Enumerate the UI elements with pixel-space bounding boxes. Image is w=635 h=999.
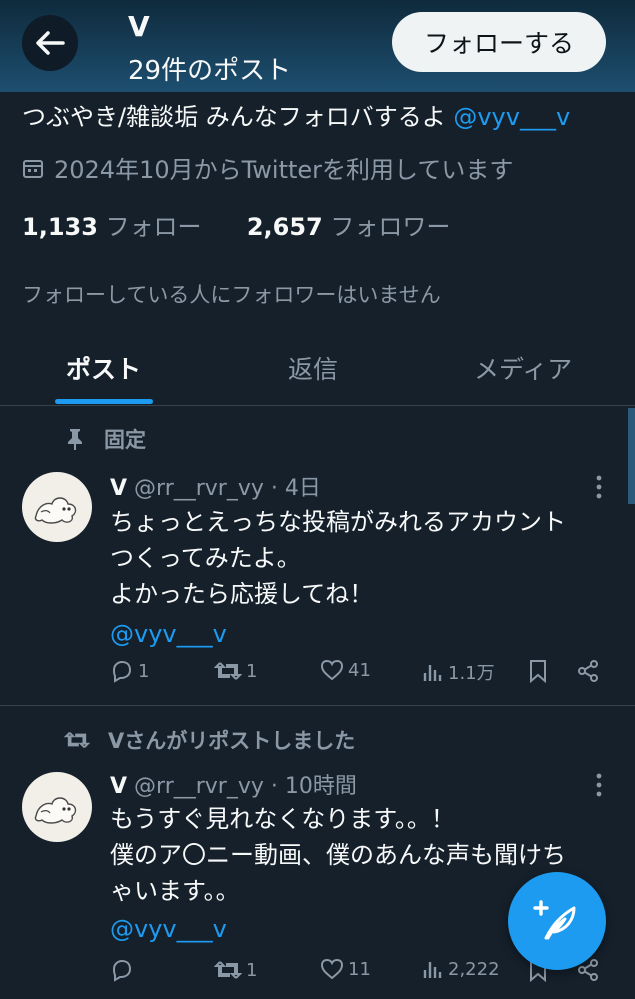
header-post-count: 29件のポスト bbox=[128, 56, 292, 86]
tab-posts[interactable]: ポスト bbox=[66, 350, 141, 386]
more-options-icon[interactable] bbox=[592, 770, 606, 800]
post-context: 固定 bbox=[64, 424, 146, 454]
like-count: 41 bbox=[348, 659, 371, 681]
scrollbar[interactable] bbox=[628, 408, 635, 504]
repost-count: 1 bbox=[246, 660, 258, 682]
post-actions: 1 1 41 1.1万 bbox=[110, 659, 610, 689]
post-text-line: よかったら応援してね！ bbox=[110, 580, 374, 608]
author-name[interactable]: V bbox=[110, 774, 127, 799]
like-count: 11 bbox=[348, 958, 371, 980]
avatar[interactable] bbox=[22, 772, 92, 842]
following-link[interactable]: 1,133 フォロー bbox=[22, 213, 202, 241]
repost-icon bbox=[64, 732, 90, 748]
share-icon bbox=[578, 660, 598, 682]
context-label: Vさんがリポストしました bbox=[108, 729, 356, 753]
more-options-icon[interactable] bbox=[592, 472, 606, 502]
views-button[interactable]: 2,222 bbox=[422, 958, 500, 980]
post-text-line: もうすぐ見れなくなります。。！ bbox=[110, 805, 455, 833]
post-header: V @rr__rvr_vy · 10時間 bbox=[110, 768, 357, 800]
post-body: ちょっとえっちな投稿がみれるアカウント つくってみたよ。 よかったら応援してね！… bbox=[110, 504, 620, 652]
author-handle[interactable]: @rr__rvr_vy bbox=[134, 476, 264, 501]
follow-stats: 1,133 フォロー 2,657 フォロワー bbox=[22, 207, 450, 242]
compose-post-button[interactable] bbox=[508, 872, 606, 970]
avatar-image bbox=[34, 497, 77, 524]
repost-count: 1 bbox=[246, 959, 258, 981]
header-display-name: V bbox=[128, 10, 150, 43]
post-text-line: ちょっとえっちな投稿がみれるアカウント bbox=[110, 508, 566, 536]
pin-icon bbox=[68, 429, 82, 450]
followers-link[interactable]: 2,657 フォロワー bbox=[247, 213, 451, 241]
followers-count: 2,657 bbox=[246, 213, 323, 241]
share-button[interactable] bbox=[576, 659, 600, 683]
post-divider bbox=[0, 705, 635, 706]
tab-media[interactable]: メディア bbox=[474, 350, 572, 386]
calendar-icon bbox=[23, 159, 43, 178]
bio-mention-link[interactable]: @vyv___v bbox=[453, 103, 570, 131]
bookmark-icon bbox=[530, 660, 546, 683]
post-time[interactable]: · 10時間 bbox=[271, 774, 357, 799]
post-header: V @rr__rvr_vy · 4日 bbox=[110, 470, 321, 502]
repost-icon bbox=[214, 662, 242, 680]
profile-tabs: ポスト 返信 メディア bbox=[0, 332, 635, 406]
reply-icon bbox=[112, 660, 132, 683]
heart-icon bbox=[320, 659, 344, 681]
followers-label: フォロワー bbox=[330, 213, 451, 241]
views-chart-icon bbox=[423, 962, 442, 978]
reply-count: 1 bbox=[138, 660, 150, 682]
joined-text: 2024年10月からTwitterを利用しています bbox=[54, 156, 514, 184]
followers-you-know: フォローしている人にフォロワーはいません bbox=[22, 283, 441, 307]
follow-button[interactable]: フォローする bbox=[392, 12, 606, 72]
profile-bio: つぶやき/雑談垢 みんなフォロバするよ @vyv___v bbox=[22, 97, 570, 132]
heart-icon bbox=[320, 958, 344, 980]
post-time[interactable]: · 4日 bbox=[271, 476, 321, 501]
views-count: 2,222 bbox=[448, 958, 500, 980]
views-button[interactable]: 1.1万 bbox=[422, 659, 495, 685]
context-label: 固定 bbox=[104, 428, 146, 452]
post-text-line: 僕のア〇ニー動画、僕のあんな声も聞けち bbox=[110, 841, 566, 869]
following-label: フォロー bbox=[105, 213, 202, 241]
post-context: Vさんがリポストしました bbox=[64, 725, 355, 755]
avatar[interactable] bbox=[22, 472, 92, 542]
active-tab-indicator bbox=[55, 399, 153, 404]
following-count: 1,133 bbox=[22, 213, 98, 241]
views-count: 1.1万 bbox=[448, 663, 495, 684]
reply-button[interactable]: 1 bbox=[110, 659, 149, 683]
author-name[interactable]: V bbox=[110, 476, 127, 501]
joined-date: 2024年10月からTwitterを利用しています bbox=[22, 150, 513, 185]
bio-text: つぶやき/雑談垢 みんなフォロバするよ bbox=[22, 103, 454, 131]
avatar-image bbox=[34, 797, 77, 824]
reply-button[interactable] bbox=[110, 958, 138, 982]
repost-button[interactable]: 1 bbox=[214, 958, 257, 982]
bookmark-button[interactable] bbox=[528, 659, 548, 683]
repost-icon bbox=[214, 961, 242, 979]
back-button[interactable] bbox=[22, 15, 78, 71]
repost-button[interactable]: 1 bbox=[214, 659, 257, 683]
like-button[interactable]: 11 bbox=[320, 958, 371, 980]
profile-header: V 29件のポスト フォローする bbox=[0, 0, 635, 92]
tab-replies[interactable]: 返信 bbox=[288, 350, 338, 386]
arrow-left-icon bbox=[36, 31, 65, 55]
post-text-line: つくってみたよ。 bbox=[110, 544, 301, 572]
like-button[interactable]: 41 bbox=[320, 659, 371, 681]
views-chart-icon bbox=[423, 665, 442, 681]
post-mention-link[interactable]: @vyv___v bbox=[110, 616, 620, 652]
author-handle[interactable]: @rr__rvr_vy bbox=[134, 774, 264, 799]
reply-icon bbox=[112, 959, 132, 982]
compose-feather-icon bbox=[533, 900, 576, 940]
